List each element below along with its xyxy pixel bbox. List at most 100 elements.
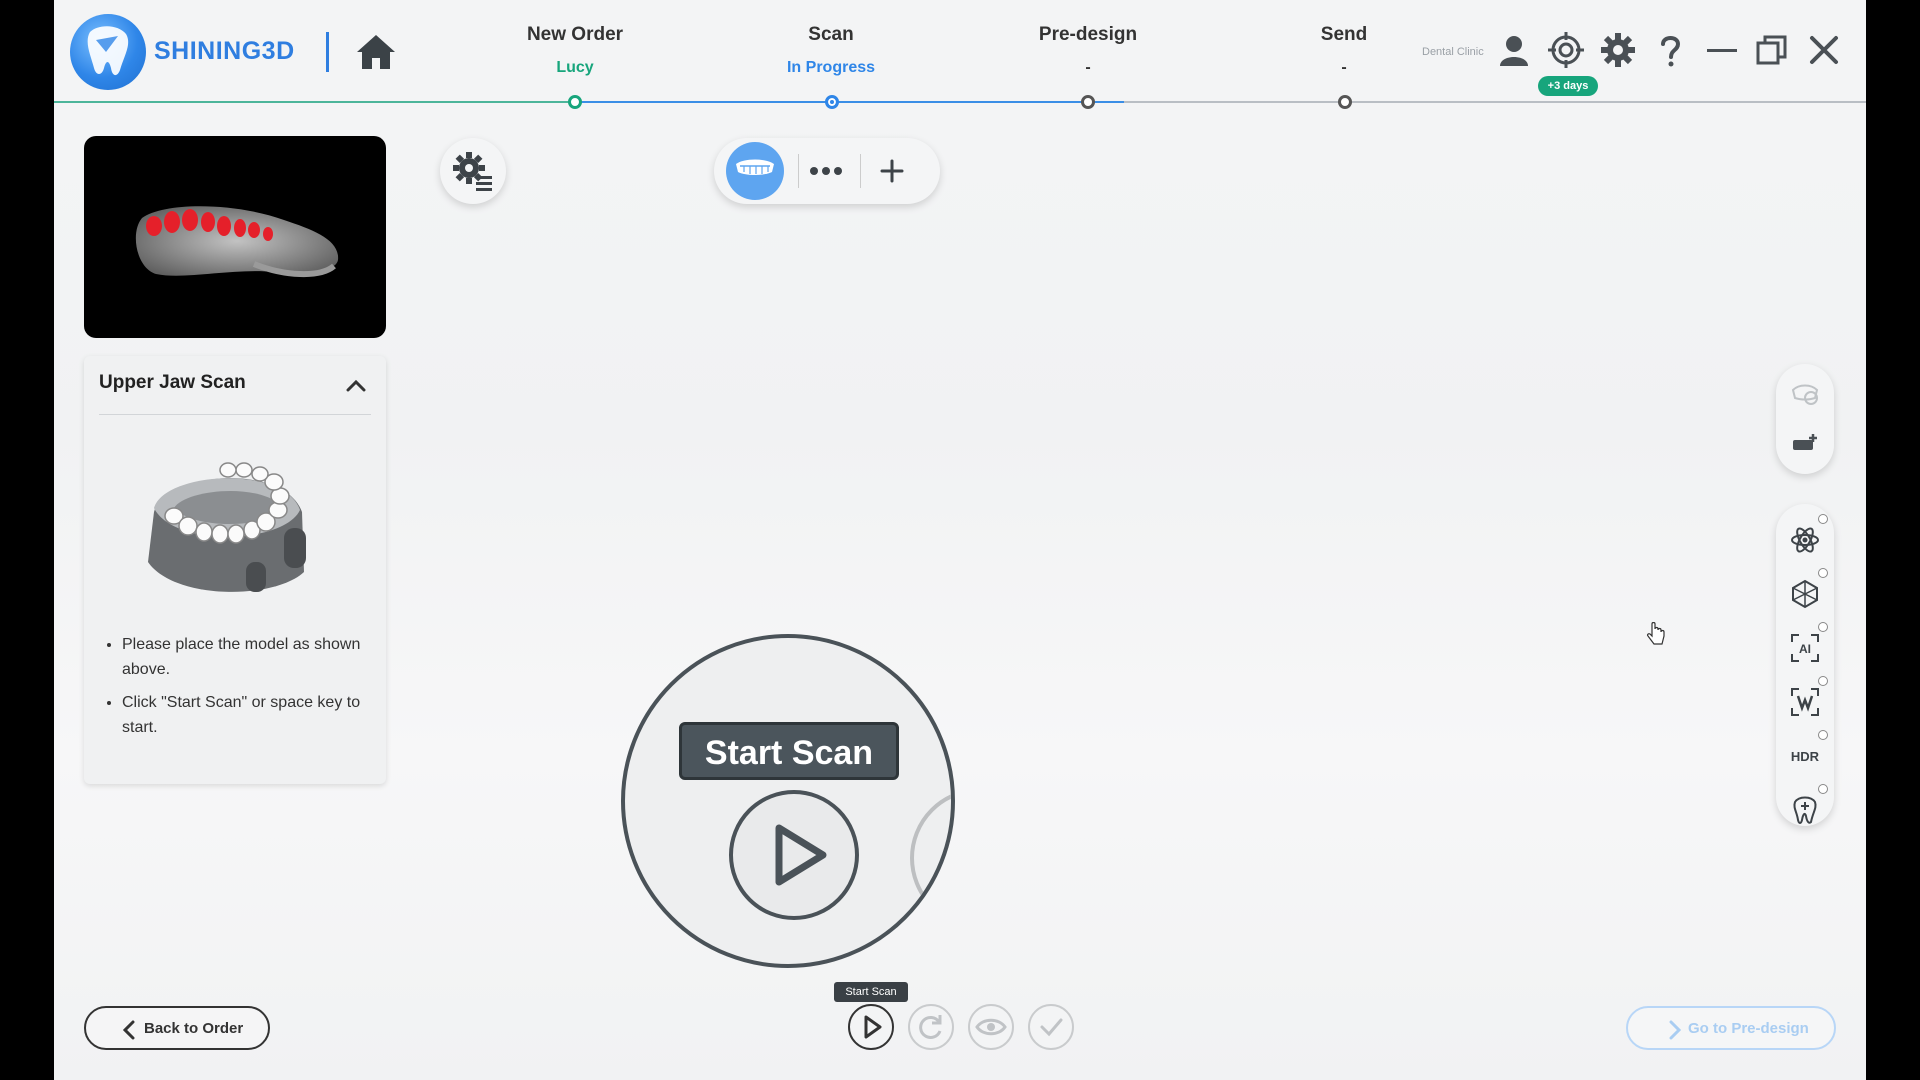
atom-button[interactable] [1789, 524, 1821, 556]
atom-icon [1791, 527, 1819, 553]
step-progress-active [574, 101, 1124, 103]
close-icon [1810, 36, 1838, 64]
ai-button[interactable]: AI [1789, 632, 1821, 664]
scan-filter-button[interactable] [1789, 686, 1821, 718]
preview-button[interactable] [968, 1004, 1014, 1050]
confirm-button[interactable] [1028, 1004, 1074, 1050]
close-button[interactable] [1806, 32, 1842, 68]
callout-play-button [729, 790, 859, 920]
back-to-order-button[interactable]: Back to Order [84, 1006, 270, 1050]
back-to-order-label: Back to Order [144, 1020, 244, 1037]
texture-button[interactable] [1789, 378, 1821, 410]
callout-label: Start Scan [679, 722, 899, 780]
texture-icon [1791, 384, 1819, 405]
clinic-name: Dental Clinic [1422, 46, 1484, 58]
gear-icon [1601, 33, 1635, 67]
mesh-icon [1792, 579, 1818, 609]
scan-preview [84, 136, 386, 338]
add-mode-button[interactable] [874, 154, 910, 188]
mode-divider [798, 154, 799, 188]
minimize-button[interactable] [1704, 32, 1740, 68]
step-dot-pre-design [1081, 95, 1095, 109]
help-icon [1661, 36, 1681, 67]
instruction-item: Please place the model as shown above. [122, 632, 372, 682]
mouse-cursor [1646, 621, 1668, 653]
scan-filter-icon [1791, 688, 1819, 716]
user-icon [1500, 36, 1528, 66]
start-scan-tooltip: Start Scan [834, 982, 908, 1002]
step-dot-scan [825, 95, 839, 109]
refresh-icon [919, 1015, 942, 1039]
go-to-pre-design-label: Go to Pre-design [1688, 1020, 1809, 1037]
upper-jaw-mode-button[interactable] [726, 142, 784, 200]
step-progress-done [54, 101, 574, 103]
scan-settings-button[interactable] [440, 138, 506, 204]
step-pre-design[interactable]: Pre-design - [988, 24, 1188, 77]
scan-filter-toggle[interactable] [1818, 676, 1828, 686]
check-icon [1040, 1018, 1063, 1037]
header: SHINING3D New Order Lucy Scan In Progres… [54, 0, 1866, 109]
svg-text:HDR: HDR [1791, 749, 1820, 764]
go-to-pre-design-button[interactable]: Go to Pre-design [1626, 1006, 1836, 1050]
gear-list-icon [453, 152, 492, 191]
jaw-icon [736, 159, 774, 175]
tooth-button[interactable] [1789, 794, 1821, 826]
collapse-button[interactable] [342, 372, 370, 400]
trim-icon [1793, 434, 1817, 450]
chevron-right-icon [1669, 1020, 1682, 1040]
right-toolbar-top [1776, 364, 1834, 474]
restore-button[interactable] [1754, 32, 1790, 68]
hdr-button[interactable]: HDR [1789, 740, 1821, 772]
upper-jaw-model-image [134, 452, 324, 607]
home-button[interactable] [354, 30, 398, 74]
plus-icon [880, 159, 904, 183]
help-button[interactable] [1652, 32, 1688, 68]
play-icon [775, 824, 827, 886]
shining3d-logo [70, 14, 146, 90]
brand-divider [326, 32, 329, 72]
tooth-icon [1793, 796, 1817, 824]
more-modes-button[interactable] [806, 154, 846, 188]
scan-mode-bar [714, 138, 940, 204]
right-toolbar-options: AI HDR [1776, 504, 1834, 826]
license-days-badge: +3 days [1538, 76, 1598, 96]
eye-icon [975, 1018, 1007, 1036]
restore-icon [1756, 35, 1787, 65]
start-scan-button[interactable] [848, 1004, 894, 1050]
home-icon [357, 35, 395, 69]
hdr-icon: HDR [1791, 749, 1820, 764]
atom-toggle[interactable] [1818, 514, 1828, 524]
user-button[interactable] [1496, 32, 1532, 68]
scan-instructions: Please place the model as shown above. C… [102, 632, 372, 748]
hdr-toggle[interactable] [1818, 730, 1828, 740]
callout-next-button-edge [910, 788, 951, 928]
chevron-left-icon [122, 1020, 135, 1040]
target-icon [1548, 32, 1584, 68]
step-new-order[interactable]: New Order Lucy [475, 24, 675, 77]
chevron-up-icon [346, 379, 366, 392]
play-icon [864, 1015, 882, 1039]
mode-divider [860, 154, 861, 188]
settings-button[interactable] [1600, 32, 1636, 68]
panel-title: Upper Jaw Scan [99, 372, 246, 393]
start-scan-callout: Start Scan [621, 634, 955, 968]
ai-icon: AI [1791, 634, 1819, 662]
ai-toggle[interactable] [1818, 622, 1828, 632]
panel-divider [99, 414, 371, 415]
more-icon [810, 167, 842, 175]
step-dot-new-order [568, 95, 582, 109]
brand-name: SHINING3D [154, 37, 295, 65]
step-send[interactable]: Send - [1244, 24, 1444, 77]
scan-window: SHINING3D New Order Lucy Scan In Progres… [54, 0, 1866, 1080]
minimize-icon [1707, 49, 1737, 52]
upper-jaw-scan-panel: Upper Jaw Scan • Please place the model … [84, 356, 386, 784]
mesh-toggle[interactable] [1818, 568, 1828, 578]
step-scan[interactable]: Scan In Progress [731, 24, 931, 77]
trim-button[interactable] [1789, 426, 1821, 458]
instruction-item: Click "Start Scan" or space key to start… [122, 690, 372, 740]
svg-text:AI: AI [1799, 642, 1811, 656]
tooth-toggle[interactable] [1818, 784, 1828, 794]
rescan-button[interactable] [908, 1004, 954, 1050]
mesh-button[interactable] [1789, 578, 1821, 610]
target-button[interactable] [1548, 32, 1584, 68]
